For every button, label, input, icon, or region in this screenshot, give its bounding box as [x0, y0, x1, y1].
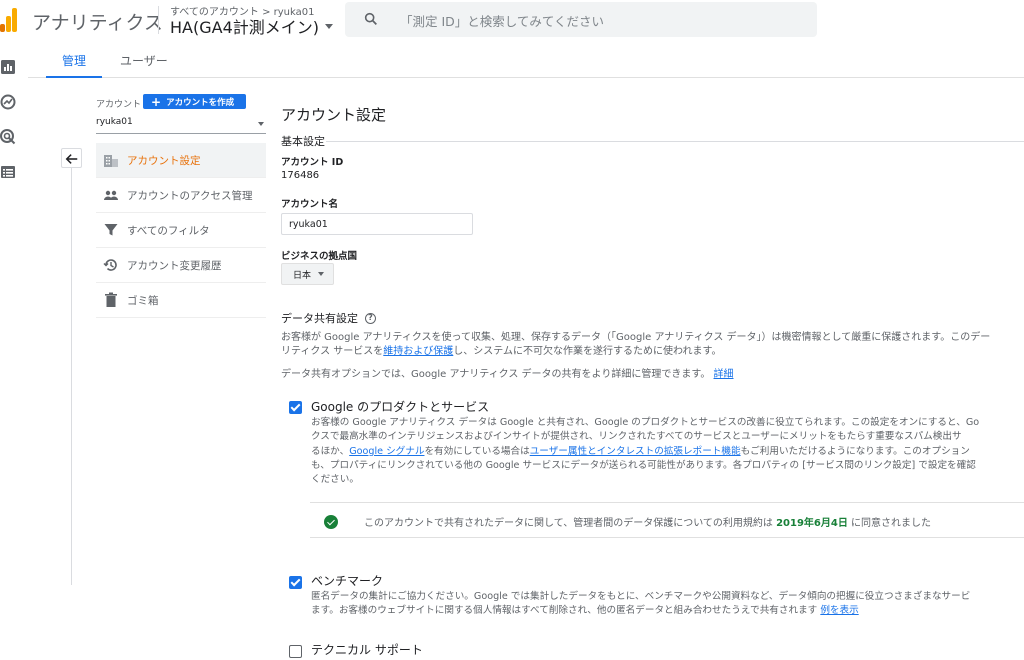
- agreement-notice: このアカウントで共有されたデータに関して、管理者間のデータ保護についての利用規約…: [310, 502, 1024, 538]
- description-line: お客様の Google アナリティクス データは Google と共有され、Go…: [311, 417, 980, 428]
- description-line: クスで最高水準のインテリジェンスおよびインサイトが提供され、リンクされたすべての…: [311, 431, 962, 443]
- search-icon: [364, 12, 377, 25]
- account-column-label: アカウント: [96, 100, 142, 110]
- menu-item-label: アカウント変更履歴: [127, 259, 222, 272]
- column-divider-line: [71, 168, 72, 585]
- account-name-label: アカウント名: [281, 199, 339, 210]
- country-dropdown[interactable]: 日本: [281, 263, 334, 285]
- chevron-down-icon: [325, 23, 333, 29]
- google-products-description: お客様の Google アナリティクス データは Google と共有され、Go…: [311, 416, 979, 487]
- technical-support-title: テクニカル サポート: [311, 643, 423, 657]
- header-divider: [158, 6, 159, 34]
- top-header: アナリティクス すべてのアカウント > ryuka01 HA(GA4計測メイン)…: [0, 0, 1024, 40]
- create-account-label: アカウントを作成: [166, 97, 235, 108]
- menu-item-access-management[interactable]: アカウントのアクセス管理: [96, 178, 266, 213]
- account-id-label: アカウント ID: [281, 157, 344, 168]
- description-text: し、システムに不可欠な作業を遂行するために使われます。: [453, 346, 722, 357]
- description-line: ください。: [311, 474, 359, 486]
- tab-admin[interactable]: 管理: [62, 52, 86, 69]
- agreement-text-post: に同意されました: [851, 518, 932, 529]
- benchmark-description: 匿名データの集計にご協力ください。Google では集計したデータをもとに、ベン…: [311, 590, 970, 619]
- description-text: リティクス サービスを: [281, 346, 384, 357]
- agreement-text-pre: このアカウントで共有されたデータに関して、管理者間のデータ保護についての利用規約…: [364, 518, 773, 529]
- description-text: るほか、: [311, 445, 350, 457]
- back-button[interactable]: [61, 148, 82, 168]
- data-sharing-description: お客様が Google アナリティクスを使って収集、処理、保存するデータ（「Go…: [281, 331, 990, 359]
- trash-icon: [105, 292, 117, 307]
- description-line: 匿名データの集計にご協力ください。Google では集計したデータをもとに、ベン…: [311, 591, 971, 602]
- account-id-value: 176486: [281, 170, 320, 181]
- advertising-icon[interactable]: [0, 129, 16, 145]
- arrow-back-icon: [65, 154, 78, 164]
- menu-item-label: アカウントのアクセス管理: [127, 189, 253, 202]
- account-menu: アカウント設定 アカウントのアクセス管理 すべてのフィルタ アカウント変更履歴 …: [96, 143, 266, 318]
- create-account-button[interactable]: + アカウントを作成: [143, 94, 246, 109]
- history-icon: [103, 259, 117, 271]
- search-bar[interactable]: 「測定 ID」と検索してみてください: [345, 2, 817, 37]
- menu-item-label: すべてのフィルタ: [127, 224, 210, 237]
- account-selector[interactable]: ryuka01: [96, 117, 266, 134]
- menu-item-label: ゴミ箱: [127, 294, 159, 307]
- options-intro-text: データ共有オプションでは、Google アナリティクス データの共有をより詳細に…: [281, 369, 711, 380]
- data-sharing-title: データ共有設定: [281, 312, 358, 325]
- menu-item-trash[interactable]: ゴミ箱: [96, 283, 266, 318]
- explore-icon[interactable]: [0, 94, 16, 110]
- plus-icon: +: [151, 94, 162, 109]
- description-line: も、プロパティにリンクされている他の Google サービスにデータが送られる可…: [311, 459, 976, 471]
- google-products-checkbox[interactable]: [289, 401, 302, 414]
- account-selector-value: ryuka01: [96, 117, 133, 127]
- menu-item-change-history[interactable]: アカウント変更履歴: [96, 248, 266, 283]
- technical-support-checkbox[interactable]: [289, 645, 302, 658]
- country-label: ビジネスの拠点国: [281, 251, 358, 262]
- show-example-link[interactable]: 例を表示: [820, 605, 858, 616]
- property-name: HA(GA4計測メイン): [170, 18, 319, 37]
- description-text: ます。お客様のウェブサイトに関する個人情報はすべて削除され、他の匿名データと組み…: [311, 605, 818, 617]
- page-title: アカウント設定: [281, 106, 387, 124]
- basic-settings-heading: 基本設定: [281, 135, 325, 148]
- people-icon: [104, 190, 118, 200]
- app-title: アナリティクス: [32, 12, 163, 34]
- menu-item-label: アカウント設定: [127, 154, 201, 167]
- property-selector[interactable]: HA(GA4計測メイン): [170, 14, 333, 38]
- filter-icon: [104, 224, 118, 236]
- description-line: お客様が Google アナリティクスを使って収集、処理、保存するデータ（「Go…: [281, 332, 991, 343]
- analytics-logo-icon[interactable]: [0, 6, 18, 32]
- reports-icon[interactable]: [0, 59, 16, 75]
- benchmark-checkbox[interactable]: [289, 576, 302, 589]
- maintain-protect-link[interactable]: 維持および保護: [383, 346, 453, 357]
- country-value: 日本: [293, 270, 312, 281]
- data-sharing-heading: データ共有設定 ?: [281, 310, 376, 326]
- google-signals-link[interactable]: Google シグナル: [349, 446, 424, 457]
- admin-tabs: 管理 ユーザー: [28, 40, 1024, 78]
- help-icon[interactable]: ?: [365, 312, 376, 324]
- chevron-down-icon: [318, 272, 325, 276]
- agreement-date: 2019年6月4日: [776, 518, 848, 529]
- account-name-input[interactable]: ryuka01: [281, 213, 473, 235]
- description-text: もご利用いただけるようになります。このオプション: [740, 445, 970, 457]
- left-nav-rail: [0, 40, 28, 660]
- chevron-down-icon: [258, 122, 264, 126]
- building-icon: [104, 155, 118, 167]
- search-placeholder: 「測定 ID」と検索してみてください: [400, 14, 605, 29]
- agreement-text: このアカウントで共有されたデータに関して、管理者間のデータ保護についての利用規約…: [364, 514, 931, 529]
- data-sharing-options-intro: データ共有オプションでは、Google アナリティクス データの共有をより詳細に…: [281, 368, 734, 382]
- description-text: を有効にしている場合は: [424, 445, 530, 457]
- demographics-reports-link[interactable]: ユーザー属性とインタレストの拡張レポート機能: [530, 446, 741, 457]
- section-divider: [326, 141, 1024, 142]
- configure-icon[interactable]: [0, 164, 16, 180]
- learn-more-link[interactable]: 詳細: [714, 369, 734, 380]
- benchmark-title: ベンチマーク: [311, 574, 384, 588]
- google-products-title: Google のプロダクトとサービス: [311, 400, 490, 414]
- menu-item-account-settings[interactable]: アカウント設定: [96, 143, 266, 178]
- tab-user[interactable]: ユーザー: [120, 52, 168, 69]
- check-circle-icon: [324, 515, 338, 529]
- menu-item-all-filters[interactable]: すべてのフィルタ: [96, 213, 266, 248]
